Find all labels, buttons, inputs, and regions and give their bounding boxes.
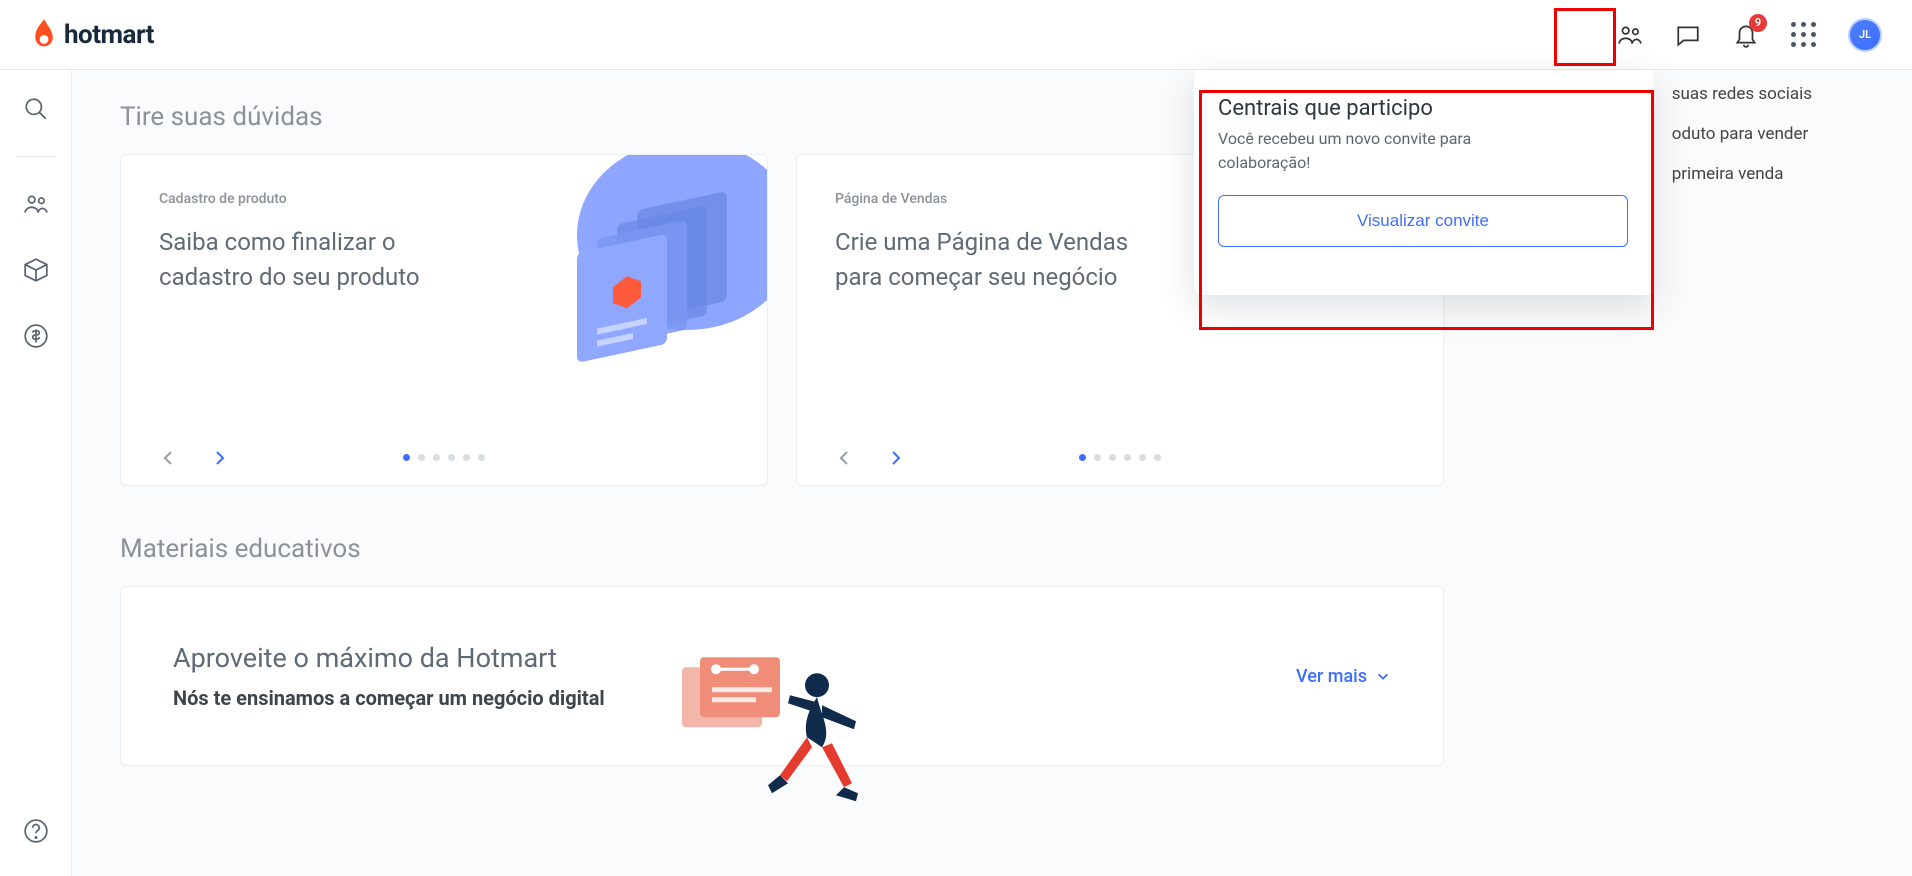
header: hotmart 9 JL xyxy=(0,0,1912,70)
sidebar xyxy=(0,70,72,876)
card-title: Saiba como finalizar o cadastro do seu p… xyxy=(159,225,479,295)
avatar[interactable]: JL xyxy=(1848,18,1882,52)
list-item[interactable]: primeira venda xyxy=(1672,164,1812,184)
card-category: Cadastro de produto xyxy=(159,191,729,207)
carousel-dots xyxy=(1079,454,1161,461)
dot[interactable] xyxy=(418,454,425,461)
view-invite-button[interactable]: Visualizar convite xyxy=(1218,195,1628,247)
popup-message: Você recebeu um novo convite para colabo… xyxy=(1218,127,1558,175)
card-title: Crie uma Página de Vendas para começar s… xyxy=(835,225,1155,295)
dollar-icon[interactable] xyxy=(23,323,49,349)
notifications-badge: 9 xyxy=(1749,14,1767,32)
list-item[interactable]: oduto para vender xyxy=(1672,124,1812,144)
package-icon[interactable] xyxy=(23,257,49,283)
dot[interactable] xyxy=(1094,454,1101,461)
notifications-button[interactable]: 9 xyxy=(1733,22,1759,48)
divider xyxy=(17,156,55,157)
carousel-next[interactable] xyxy=(887,449,905,467)
people-icon[interactable] xyxy=(23,191,49,217)
people-icon xyxy=(1617,22,1643,48)
collaborators-button[interactable] xyxy=(1617,22,1643,48)
list-item[interactable]: suas redes sociais xyxy=(1672,84,1812,104)
dot[interactable] xyxy=(1079,454,1086,461)
chevron-down-icon xyxy=(1375,668,1391,684)
illustration-runner xyxy=(672,587,892,876)
logo[interactable]: hotmart xyxy=(30,16,154,54)
header-actions: 9 JL xyxy=(1617,18,1882,52)
suggestion-list-peek: suas redes sociais oduto para vender pri… xyxy=(1672,84,1812,184)
logo-text: hotmart xyxy=(64,20,154,50)
materials-card: Aproveite o máximo da Hotmart Nós te ens… xyxy=(120,586,1444,766)
see-more-link[interactable]: Ver mais xyxy=(1296,666,1391,687)
materials-section: Materiais educativos Aproveite o máximo … xyxy=(120,534,1912,766)
flame-icon xyxy=(30,16,58,54)
apps-menu-button[interactable] xyxy=(1791,22,1816,47)
dot[interactable] xyxy=(1109,454,1116,461)
dot[interactable] xyxy=(1154,454,1161,461)
collaborators-popup: Centrais que participo Você recebeu um n… xyxy=(1194,70,1654,295)
carousel-dots xyxy=(403,454,485,461)
search-icon[interactable] xyxy=(23,96,49,122)
dot[interactable] xyxy=(478,454,485,461)
faq-card[interactable]: Cadastro de produto Saiba como finalizar… xyxy=(120,154,768,486)
see-more-label: Ver mais xyxy=(1296,666,1367,687)
popup-title: Centrais que participo xyxy=(1218,96,1630,121)
dot[interactable] xyxy=(1139,454,1146,461)
messages-button[interactable] xyxy=(1675,22,1701,48)
dot[interactable] xyxy=(403,454,410,461)
dot[interactable] xyxy=(1124,454,1131,461)
help-icon[interactable] xyxy=(23,818,49,844)
dot[interactable] xyxy=(463,454,470,461)
dot[interactable] xyxy=(433,454,440,461)
carousel-prev[interactable] xyxy=(159,449,177,467)
dot[interactable] xyxy=(448,454,455,461)
materials-section-title: Materiais educativos xyxy=(120,534,1912,564)
carousel-next[interactable] xyxy=(211,449,229,467)
carousel-prev[interactable] xyxy=(835,449,853,467)
chat-icon xyxy=(1675,22,1701,48)
